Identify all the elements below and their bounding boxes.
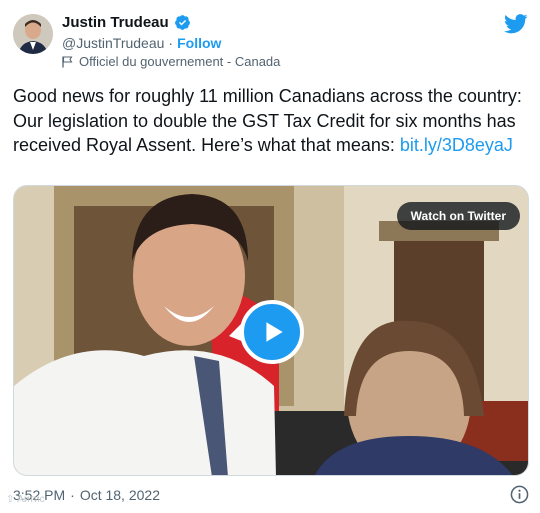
flag-icon [62, 55, 73, 67]
tweet-link[interactable]: bit.ly/3D8eyaJ [400, 135, 513, 155]
avatar[interactable] [13, 14, 53, 54]
author-name-row: Justin Trudeau [62, 14, 191, 31]
play-button[interactable] [240, 300, 304, 364]
video-player[interactable]: Watch on Twitter [13, 185, 529, 476]
verified-badge-icon [174, 15, 190, 30]
twitter-bird-icon[interactable] [504, 14, 528, 34]
separator-dot: · [168, 35, 174, 51]
info-icon[interactable] [510, 485, 529, 504]
author-handle[interactable]: @JustinTrudeau [62, 35, 164, 51]
tweet-date[interactable]: Oct 18, 2022 [80, 487, 160, 503]
tweet-card: Justin Trudeau @JustinTrudeau · Follow O… [0, 0, 540, 513]
affiliation-text: Officiel du gouvernement - Canada [79, 54, 281, 69]
play-icon [266, 322, 283, 342]
avatar-image [13, 14, 53, 54]
watch-on-twitter-button[interactable]: Watch on Twitter [396, 202, 520, 230]
separator-dot: · [70, 487, 75, 503]
affiliation-label: Officiel du gouvernement - Canada [62, 54, 280, 69]
author-display-name[interactable]: Justin Trudeau [62, 14, 169, 31]
tweet-text: Good news for roughly 11 million Canadia… [13, 84, 523, 158]
follow-button[interactable]: Follow [177, 35, 221, 51]
watermark: ⇧ Аитис [6, 494, 45, 505]
author-handle-row: @JustinTrudeau · Follow [62, 35, 221, 51]
